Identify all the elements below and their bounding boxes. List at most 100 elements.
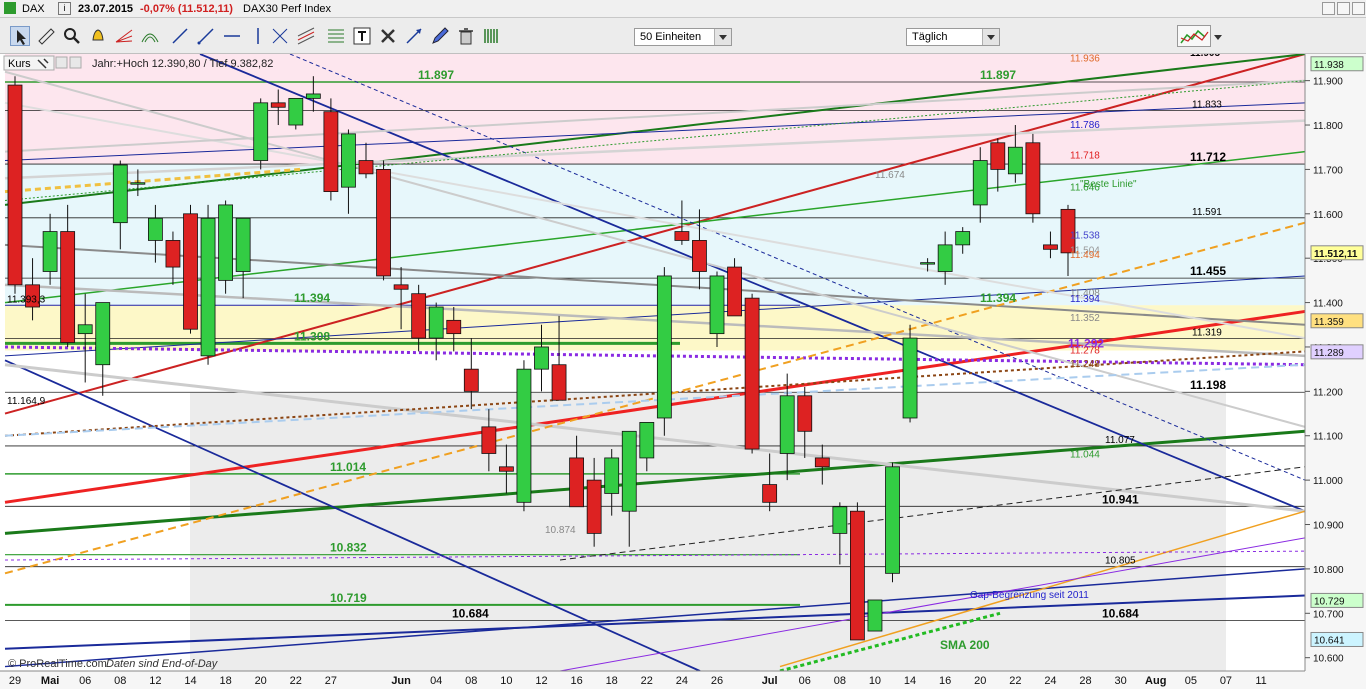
level-label: 11.394: [1070, 294, 1100, 305]
x-tick-label: 20: [255, 675, 267, 687]
close-button[interactable]: [1352, 2, 1365, 15]
x-tick-label: 24: [1044, 675, 1056, 687]
alert-bell-icon[interactable]: [88, 26, 108, 46]
x-tick-label: 20: [974, 675, 986, 687]
trendline-icon[interactable]: [196, 26, 216, 46]
chart-header: Kurs Jahr:+Hoch 12.390,80 / Tief 9.382,8…: [3, 55, 273, 71]
year-high-low: Jahr:+Hoch 12.390,80 / Tief 9.382,82: [92, 58, 273, 70]
candle-body: [147, 217, 163, 241]
settings-icon[interactable]: [55, 56, 68, 69]
level-label: 10.941: [1102, 492, 1139, 506]
text-tool-icon[interactable]: [352, 26, 372, 46]
level-label: 10.719: [330, 591, 367, 605]
x-tick-label: 24: [676, 675, 688, 687]
chevron-down-icon[interactable]: [1213, 32, 1223, 42]
candle-body: [779, 395, 795, 454]
level-label: 11.394: [980, 291, 1016, 305]
candle-body: [551, 364, 567, 401]
candle-body: [446, 319, 462, 335]
candle-body: [498, 466, 514, 472]
x-tick-label: 08: [114, 675, 126, 687]
minimize-button[interactable]: [1322, 2, 1335, 15]
indicators-icon[interactable]: [1177, 25, 1211, 47]
candle-body: [586, 479, 602, 534]
candle-body: [411, 293, 427, 339]
x-tick-label: 05: [1185, 675, 1197, 687]
candle-body: [902, 337, 918, 419]
candle-body: [200, 217, 216, 357]
x-tick-label: 06: [79, 675, 91, 687]
candle-body: [7, 84, 23, 286]
price-tag-label: 11.938: [1314, 60, 1344, 71]
channel-icon[interactable]: [296, 26, 316, 46]
level-label: 11.278: [1070, 346, 1100, 357]
candle-body: [376, 169, 391, 277]
candle-body: [850, 510, 865, 641]
candle-body: [972, 160, 988, 206]
x-tick-label: 22: [641, 675, 653, 687]
candle-body: [604, 457, 620, 494]
fibonacci-retracement-icon[interactable]: [326, 26, 346, 46]
x-tick-label: 26: [711, 675, 723, 687]
candle-body: [937, 244, 953, 272]
window-icon: [4, 2, 16, 14]
fibonacci-fan-icon[interactable]: [114, 26, 134, 46]
x-tick-label: 10: [500, 675, 512, 687]
period-select[interactable]: Täglich: [906, 28, 1000, 46]
level-label: 10.805: [1105, 556, 1136, 567]
level-label: 10.832: [330, 541, 367, 555]
candle-body: [885, 466, 900, 574]
level-label: 11.248: [1070, 359, 1100, 370]
candle-body: [955, 231, 971, 246]
units-select[interactable]: 50 Einheiten: [634, 28, 732, 46]
chevron-down-icon[interactable]: [982, 29, 999, 45]
level-label: 11.833: [1192, 99, 1222, 110]
level-label: 11.674: [875, 170, 905, 181]
y-tick-label: 10.700: [1313, 609, 1344, 620]
level-label: 11.591: [1192, 207, 1222, 218]
hammer-icon[interactable]: [378, 26, 398, 46]
level-label: 11.394: [294, 291, 330, 305]
level-label: 11.393,3: [7, 295, 46, 306]
x-tick-label: 18: [219, 675, 231, 687]
level-label: 10.874: [545, 525, 576, 536]
y-tick-label: 11.700: [1313, 165, 1343, 176]
pointer-icon[interactable]: [10, 26, 30, 46]
level-label: 11.897: [980, 68, 1016, 82]
price-tag-label: 10.729: [1314, 596, 1345, 607]
candle-body: [1043, 244, 1058, 250]
annotation-label: Gap-Begrenzung seit 2011: [970, 590, 1089, 601]
x-tick-label: 22: [1009, 675, 1021, 687]
candle-body: [358, 160, 374, 175]
x-tick-label: 28: [1079, 675, 1091, 687]
ruler-icon[interactable]: [36, 26, 56, 46]
level-label: 11.718: [1070, 150, 1100, 161]
fibonacci-arc-icon[interactable]: [140, 26, 160, 46]
candle-body: [270, 102, 286, 108]
info-icon[interactable]: i: [58, 2, 71, 15]
y-tick-label: 11.800: [1313, 121, 1343, 132]
x-tick-label: 10: [869, 675, 881, 687]
maximize-button[interactable]: [1337, 2, 1350, 15]
candle-body: [183, 213, 198, 330]
candle-body: [990, 142, 1006, 170]
vertical-line-icon[interactable]: [248, 26, 268, 46]
cross-icon[interactable]: [270, 26, 290, 46]
trash-icon[interactable]: [456, 26, 476, 46]
horizontal-line-icon[interactable]: [222, 26, 242, 46]
level-label: 11.538: [1070, 230, 1100, 241]
candle-body: [709, 275, 725, 335]
barcode-icon[interactable]: [482, 26, 502, 46]
candle-body: [656, 275, 672, 419]
zoom-icon[interactable]: [62, 26, 82, 46]
ray-icon[interactable]: [404, 26, 424, 46]
expand-icon[interactable]: [69, 56, 82, 69]
level-label: 11.352: [1070, 313, 1100, 324]
candle-body: [218, 204, 234, 281]
x-tick-label: 07: [1220, 675, 1232, 687]
price-chart[interactable]: 11.897 11.897 11.394 11.394 11.308 11.014 10.8…: [0, 54, 1366, 689]
candle-body: [130, 182, 146, 185]
trendline-icon[interactable]: [170, 26, 190, 46]
pencil-icon[interactable]: [430, 26, 450, 46]
chevron-down-icon[interactable]: [714, 29, 731, 45]
